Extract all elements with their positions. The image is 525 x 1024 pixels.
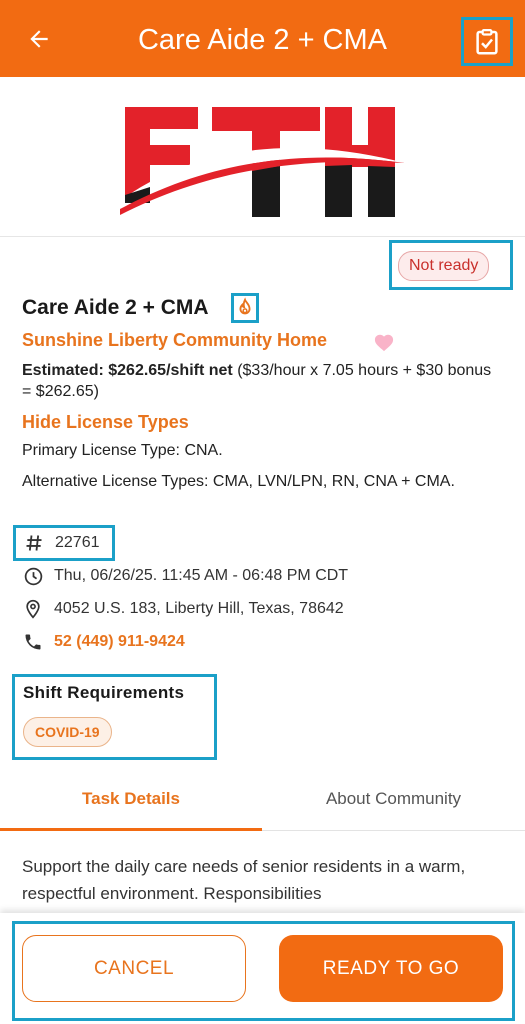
tab-about-community[interactable]: About Community (262, 775, 525, 831)
action-footer: CANCEL READY TO GO (0, 913, 525, 1024)
arrow-left-icon (30, 30, 48, 48)
back-button[interactable] (22, 22, 56, 56)
alt-license-value: CMA, LVN/LPN, RN, CNA + CMA. (208, 473, 455, 490)
hash-icon (23, 532, 45, 554)
requirements-label: Shift Requirements (23, 683, 185, 702)
pay-estimate: Estimated: $262.65/shift net ($33/hour x… (22, 360, 502, 402)
primary-license-value: CNA. (180, 442, 223, 459)
datetime-row: Thu, 06/26/25. 11:45 AM - 06:48 PM CDT (22, 565, 348, 587)
clipboard-check-icon (476, 28, 498, 54)
app-bar: Care Aide 2 + CMA (0, 0, 525, 77)
requirement-chip: COVID-19 (23, 717, 112, 747)
primary-license-label: Primary License Type: (22, 442, 180, 459)
status-badge: Not ready (398, 251, 490, 281)
tab-task-details[interactable]: Task Details (0, 775, 262, 831)
hide-license-types-link[interactable]: Hide License Types (22, 412, 189, 433)
fire-icon (239, 297, 251, 315)
ready-to-go-button[interactable]: READY TO GO (279, 935, 503, 1002)
shift-datetime: Thu, 06/26/25. 11:45 AM - 06:48 PM CDT (54, 567, 349, 584)
heart-icon[interactable] (373, 332, 395, 352)
shift-title: Care Aide 2 + CMA (22, 296, 209, 319)
status-badge-highlight: Not ready (389, 240, 513, 290)
community-name[interactable]: Sunshine Liberty Community Home (22, 330, 327, 351)
phone-row: 52 (449) 911-9424 (22, 631, 185, 653)
hot-shift-icon-highlight[interactable] (231, 293, 259, 323)
clock-icon (22, 565, 44, 587)
location-pin-icon (22, 598, 44, 620)
task-description: Support the daily care needs of senior r… (22, 857, 466, 903)
detail-tabs: Task Details About Community (0, 775, 525, 831)
primary-license: Primary License Type: CNA. (22, 442, 223, 460)
community-logo-area (0, 77, 525, 237)
page-title: Care Aide 2 + CMA (137, 24, 388, 56)
shift-id-row: 22761 (13, 525, 115, 561)
alternative-licenses: Alternative License Types: CMA, LVN/LPN,… (22, 471, 502, 492)
shift-id: 22761 (55, 534, 100, 551)
alt-license-label: Alternative License Types: (22, 473, 209, 490)
cancel-button[interactable]: CANCEL (22, 935, 246, 1002)
shift-address[interactable]: 4052 U.S. 183, Liberty Hill, Texas, 7864… (54, 600, 344, 618)
phone-number-link[interactable]: 52 (449) 911-9424 (54, 633, 185, 651)
shift-requirements: Shift Requirements COVID-19 (12, 674, 217, 760)
fth-logo (120, 107, 405, 217)
phone-icon (22, 631, 44, 653)
address-row: 4052 U.S. 183, Liberty Hill, Texas, 7864… (22, 598, 344, 620)
estimate-label: Estimated: $262.65/shift net (22, 362, 233, 379)
clipboard-check-button[interactable] (461, 17, 513, 66)
